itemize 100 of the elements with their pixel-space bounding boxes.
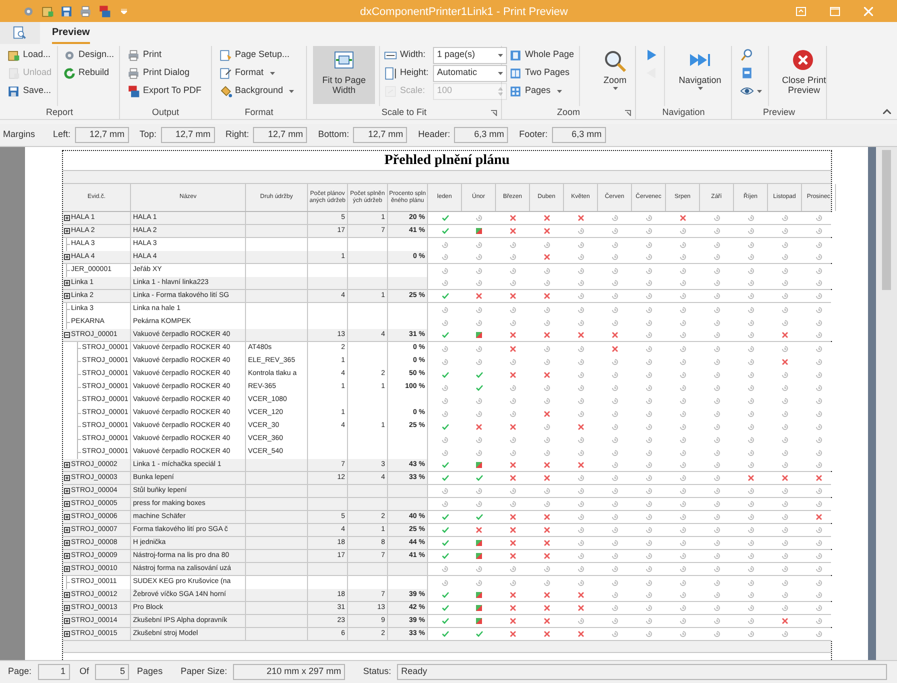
clock-icon [442,580,448,586]
collapse-icon[interactable] [64,332,70,338]
expand-icon[interactable] [64,501,70,507]
clock-icon [680,242,686,248]
expand-icon[interactable] [64,228,70,234]
expand-icon[interactable] [64,631,70,637]
dialog-launcher-icon[interactable] [491,110,497,116]
expand-icon[interactable] [64,553,70,559]
print-dialog-button[interactable]: Print Dialog [126,64,202,82]
clock-icon [680,372,686,378]
expand-icon[interactable] [64,280,70,286]
background-button[interactable]: Background [218,82,296,100]
clock-icon [816,540,822,546]
clock-icon [782,306,788,312]
clock-icon [816,372,822,378]
magnifier-icon [740,48,754,62]
pages-button[interactable]: Pages [508,82,576,100]
clock-icon [510,320,516,326]
clock-icon [680,332,686,338]
margin-field[interactable]: 6,3 mm [552,127,606,143]
spin-arrows-icon [498,86,503,96]
collapse-icon[interactable] [883,109,891,114]
clock-icon [476,358,482,364]
clock-icon [578,268,584,274]
expand-icon[interactable] [64,254,70,260]
whole-page-button[interactable]: Whole Page [508,46,576,64]
clock-icon [816,410,822,416]
clock-icon [544,358,550,364]
expand-icon[interactable] [64,462,70,468]
clock-icon [782,372,788,378]
save-button[interactable]: Save... [6,82,53,100]
clock-icon [612,254,618,260]
height-combo[interactable]: Automatic [433,64,507,82]
margin-field[interactable]: 12,7 mm [253,127,308,143]
expand-icon[interactable] [64,293,70,299]
expand-icon[interactable] [64,618,70,624]
clock-icon [782,592,788,598]
field-label: Footer: [519,128,548,142]
page-setup-button[interactable]: Page Setup... [218,46,296,64]
cross-icon [544,410,550,416]
rebuild-button[interactable]: Rebuild [62,64,116,82]
clock-icon [816,553,822,559]
expand-icon[interactable] [64,527,70,533]
clock-icon [578,398,584,404]
clock-icon [748,215,754,221]
clock-icon [714,293,720,299]
clock-icon [476,410,482,416]
margin-field[interactable]: 6,3 mm [454,127,508,143]
clock-icon [578,358,584,364]
format-button[interactable]: Format [218,64,296,82]
clock-icon [748,398,754,404]
fit-to-page-width-button[interactable]: Fit to Page Width [313,46,375,104]
vertical-scrollbar[interactable] [876,147,897,660]
clock-icon [646,410,652,416]
expand-icon[interactable] [64,592,70,598]
load-button[interactable]: Load... [6,46,53,64]
export-pdf-button[interactable]: Export To PDF [126,82,202,100]
width-combo[interactable]: 1 page(s) [433,46,507,64]
clock-icon [646,618,652,624]
dialog-launcher-icon[interactable] [625,110,631,116]
page-icon [219,66,232,80]
margin-field[interactable]: 12,7 mm [74,127,129,143]
clock-icon [816,631,822,637]
clock-icon [510,398,516,404]
zoom-button[interactable]: Zoom [584,46,646,104]
document-icon [41,4,54,18]
clock-icon [680,592,686,598]
half-square-icon [476,618,482,624]
page-icon [219,48,232,62]
clock-icon [612,384,618,390]
expand-icon[interactable] [64,514,70,520]
clock-icon [612,242,618,248]
expand-icon[interactable] [64,566,70,572]
clock-icon [816,462,822,468]
cross-icon [544,475,550,481]
check-icon [476,631,482,637]
clock-icon [612,228,618,234]
print-button[interactable]: Print [126,46,202,64]
design-button[interactable]: Design... [62,46,116,64]
margin-field[interactable]: 12,7 mm [353,127,408,143]
navigation-button[interactable]: Navigation [669,46,731,104]
expand-icon[interactable] [64,540,70,546]
expand-icon[interactable] [64,215,70,221]
file-tab[interactable] [0,22,40,44]
expand-icon[interactable] [64,488,70,494]
clock-icon [442,346,448,352]
margin-field[interactable]: 12,7 mm [160,127,215,143]
expand-icon[interactable] [64,475,70,481]
clock-icon [442,320,448,326]
cross-icon [510,618,516,624]
cross-icon [612,346,618,352]
scroll-thumb[interactable] [882,150,891,290]
clock-icon [646,436,652,442]
close-preview-button[interactable]: Close Print Preview [773,46,835,104]
two-pages-button[interactable]: Two Pages [508,64,576,82]
expand-icon[interactable] [64,605,70,611]
clock-icon [476,306,482,312]
half-square-icon [476,605,482,611]
cross-icon [578,592,584,598]
clock-icon [510,410,516,416]
